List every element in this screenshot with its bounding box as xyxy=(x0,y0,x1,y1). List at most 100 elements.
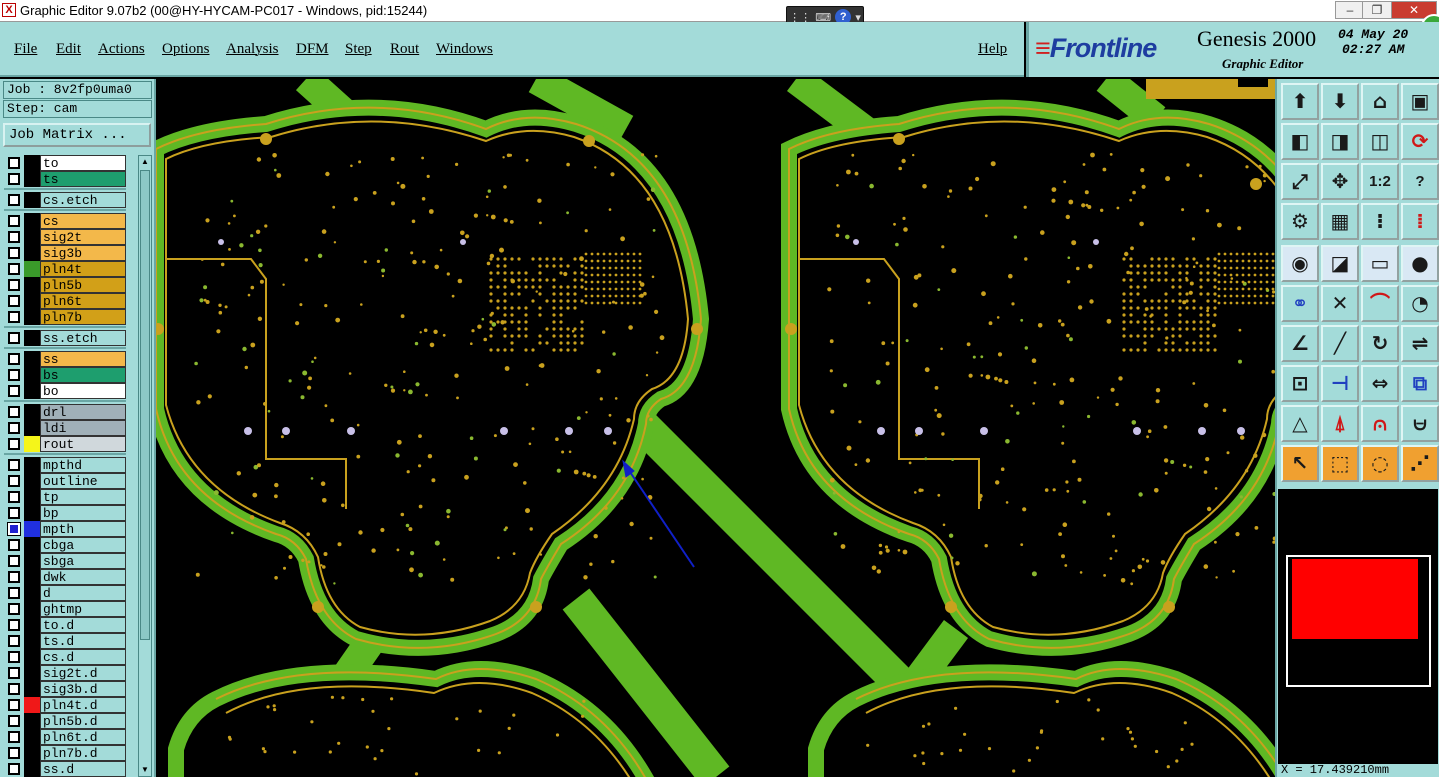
layer-row[interactable]: sig2t.d xyxy=(4,665,126,681)
layer-checkbox[interactable] xyxy=(8,619,20,631)
layer-row[interactable]: pln4t.d xyxy=(4,697,126,713)
layer-checkbox[interactable] xyxy=(8,571,20,583)
layer-row[interactable]: rout xyxy=(4,436,126,452)
split-line-button[interactable]: ⊣ xyxy=(1321,365,1359,402)
menu-options[interactable]: Options xyxy=(162,40,210,58)
layer-name[interactable]: sig3b.d xyxy=(40,681,126,697)
pcb-drawing[interactable] xyxy=(156,79,1275,777)
measure-tools-button[interactable]: ⚙ xyxy=(1281,203,1319,240)
layer-affected-indicator[interactable] xyxy=(24,383,40,399)
layer-checkbox[interactable] xyxy=(8,491,20,503)
layer-checkbox[interactable] xyxy=(8,215,20,227)
pan-left-button[interactable]: ◧ xyxy=(1281,123,1319,160)
layer-affected-indicator[interactable] xyxy=(24,436,40,452)
layer-row[interactable]: d xyxy=(4,585,126,601)
layer-checkbox[interactable] xyxy=(7,522,21,536)
layer-row[interactable]: cs.d xyxy=(4,649,126,665)
layer-row[interactable]: bs xyxy=(4,367,126,383)
layer-affected-indicator[interactable] xyxy=(24,521,40,537)
menu-rout[interactable]: Rout xyxy=(390,40,419,58)
layer-row[interactable]: ts.d xyxy=(4,633,126,649)
maximize-button[interactable]: ❐ xyxy=(1362,1,1392,19)
layer-checkbox[interactable] xyxy=(8,438,20,450)
layer-affected-indicator[interactable] xyxy=(24,649,40,665)
layer-affected-indicator[interactable] xyxy=(24,745,40,761)
layer-row[interactable]: cbga xyxy=(4,537,126,553)
layer-row[interactable]: cs xyxy=(4,213,126,229)
layer-name[interactable]: cs.etch xyxy=(40,192,126,208)
layer-checkbox[interactable] xyxy=(8,763,20,775)
layer-affected-indicator[interactable] xyxy=(24,633,40,649)
layer-row[interactable]: ghtmp xyxy=(4,601,126,617)
layer-affected-indicator[interactable] xyxy=(24,713,40,729)
menu-dfm[interactable]: DFM xyxy=(296,40,329,58)
layer-name[interactable]: to.d xyxy=(40,617,126,633)
layer-name[interactable]: outline xyxy=(40,473,126,489)
ruler-button[interactable]: ▭ xyxy=(1361,245,1399,282)
layer-affected-indicator[interactable] xyxy=(24,553,40,569)
layer-affected-indicator[interactable] xyxy=(24,761,40,777)
layer-row[interactable]: ss.d xyxy=(4,761,126,777)
triangle-arrow-button[interactable]: ⍋ xyxy=(1321,405,1359,442)
layer-name[interactable]: pln5b xyxy=(40,277,126,293)
layer-row[interactable]: sbga xyxy=(4,553,126,569)
layer-name[interactable]: to xyxy=(40,155,126,171)
menu-help[interactable]: Help xyxy=(978,40,1007,58)
triangle-mark-button[interactable]: △ xyxy=(1281,405,1319,442)
menu-file[interactable]: File xyxy=(14,40,37,58)
zoom-home-button[interactable]: ⬆ xyxy=(1281,83,1319,120)
layer-affected-indicator[interactable] xyxy=(24,261,40,277)
layer-name[interactable]: mpthd xyxy=(40,457,126,473)
fit-screen-button[interactable]: ⤢ xyxy=(1281,163,1319,200)
layer-checkbox[interactable] xyxy=(8,247,20,259)
layer-name[interactable]: tp xyxy=(40,489,126,505)
layer-name[interactable]: sig2t xyxy=(40,229,126,245)
scroll-up-icon[interactable]: ▲ xyxy=(140,156,150,168)
layer-name[interactable]: pln7b.d xyxy=(40,745,126,761)
layer-row[interactable]: pln4t xyxy=(4,261,126,277)
line-edit-button[interactable]: ◪ xyxy=(1321,245,1359,282)
layer-name[interactable]: ghtmp xyxy=(40,601,126,617)
pan-center-button[interactable]: ◫ xyxy=(1361,123,1399,160)
layer-checkbox[interactable] xyxy=(8,683,20,695)
layer-checkbox[interactable] xyxy=(8,422,20,434)
arc-pad-button[interactable]: ◔ xyxy=(1401,285,1439,322)
minimize-button[interactable]: ‒ xyxy=(1335,1,1365,19)
menu-windows[interactable]: Windows xyxy=(436,40,493,58)
layer-name[interactable]: mpth xyxy=(40,521,126,537)
layer-row[interactable]: bo xyxy=(4,383,126,399)
layer-checkbox[interactable] xyxy=(8,731,20,743)
layer-name[interactable]: drl xyxy=(40,404,126,420)
layer-checkbox[interactable] xyxy=(8,635,20,647)
window-button[interactable]: ▣ xyxy=(1401,83,1439,120)
layer-name[interactable]: pln6t xyxy=(40,293,126,309)
layer-row[interactable]: drl xyxy=(4,404,126,420)
mirror-button[interactable]: ⇌ xyxy=(1401,325,1439,362)
graphic-canvas[interactable] xyxy=(156,79,1275,777)
layer-checkbox[interactable] xyxy=(8,353,20,365)
layer-checkbox[interactable] xyxy=(8,231,20,243)
layer-row[interactable]: pln6t xyxy=(4,293,126,309)
layer-row[interactable]: mpth xyxy=(4,521,126,537)
layer-name[interactable]: ts.d xyxy=(40,633,126,649)
resize-button[interactable]: ⇔ xyxy=(1361,365,1399,402)
layer-name[interactable]: ts xyxy=(40,171,126,187)
move-pad-button[interactable]: ⊡ xyxy=(1281,365,1319,402)
layer-affected-indicator[interactable] xyxy=(24,569,40,585)
layer-row[interactable]: pln6t.d xyxy=(4,729,126,745)
scroll-thumb[interactable] xyxy=(140,170,150,640)
layer-name[interactable]: bp xyxy=(40,505,126,521)
layer-checkbox[interactable] xyxy=(8,173,20,185)
layer-checkbox[interactable] xyxy=(8,459,20,471)
help-query-button[interactable]: ? xyxy=(1401,163,1439,200)
layer-affected-indicator[interactable] xyxy=(24,245,40,261)
layer-affected-indicator[interactable] xyxy=(24,229,40,245)
layer-checkbox[interactable] xyxy=(8,555,20,567)
layer-affected-indicator[interactable] xyxy=(24,457,40,473)
layer-name[interactable]: ldi xyxy=(40,420,126,436)
pad-select-button[interactable]: ◉ xyxy=(1281,245,1319,282)
menu-step[interactable]: Step xyxy=(345,40,372,58)
layer-row[interactable]: ss xyxy=(4,351,126,367)
layer-checkbox[interactable] xyxy=(8,715,20,727)
layer-affected-indicator[interactable] xyxy=(24,585,40,601)
